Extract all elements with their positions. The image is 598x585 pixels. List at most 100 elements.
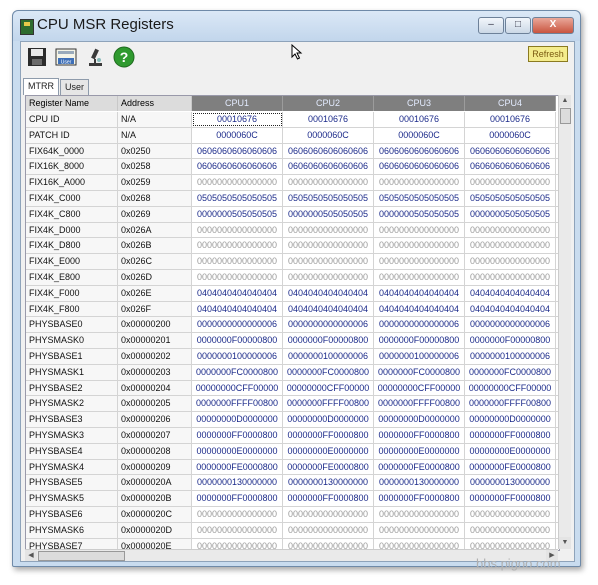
- register-value-cell[interactable]: 0505050505050505: [374, 190, 465, 206]
- help-button[interactable]: ?: [111, 44, 137, 70]
- register-value-cell[interactable]: 0000000000000006: [283, 317, 374, 333]
- register-value-cell[interactable]: 0000000000000000: [192, 522, 283, 538]
- column-header-register-name[interactable]: Register Name: [26, 96, 118, 111]
- table-row[interactable]: PHYSMASK1 0x00000203 0000000FC0000800 00000…: [26, 364, 559, 381]
- register-value-cell[interactable]: 0000000F00000800: [283, 333, 374, 348]
- register-value-cell[interactable]: 0000000FF0000800: [374, 491, 465, 506]
- table-row[interactable]: PHYSBASE5 0x0000020A 0000000130000000 00000…: [26, 475, 559, 492]
- register-value-cell[interactable]: 0000000FFFF00800: [465, 396, 556, 412]
- register-value-cell[interactable]: 0000000FF0000800: [465, 427, 556, 443]
- register-value-cell[interactable]: 0000000000000000: [374, 506, 465, 522]
- table-row[interactable]: FIX4K_D800 0x026B 0000000000000000 00000000…: [26, 238, 559, 255]
- register-value-cell[interactable]: 0000000FF0000800: [374, 427, 465, 443]
- register-value-cell[interactable]: 00000000CFF00000: [192, 380, 283, 396]
- register-value-cell[interactable]: 00000000CFF00000: [465, 380, 556, 396]
- register-value-cell[interactable]: 00000000CFF00000: [374, 380, 465, 396]
- register-value-cell[interactable]: 0404040404040404: [374, 301, 465, 317]
- register-value-cell[interactable]: 0000000000000000: [192, 269, 283, 285]
- register-value-cell[interactable]: 0000060C: [374, 127, 465, 143]
- register-value-cell[interactable]: 0000000000000000: [465, 175, 556, 190]
- register-value-cell[interactable]: 0606060606060606: [192, 159, 283, 175]
- register-value-cell[interactable]: 0000060C: [283, 127, 374, 143]
- register-value-cell[interactable]: 0000000000000006: [465, 317, 556, 333]
- table-row[interactable]: PHYSBASE3 0x00000206 00000000D0000000 00000…: [26, 412, 559, 428]
- register-value-cell[interactable]: 0000000000000000: [192, 222, 283, 238]
- register-value-cell[interactable]: 0000000FC0000800: [192, 364, 283, 380]
- register-value-cell[interactable]: 0606060606060606: [465, 159, 556, 175]
- register-value-cell[interactable]: 0404040404040404: [374, 285, 465, 301]
- register-value-cell[interactable]: 0000000100000006: [465, 348, 556, 364]
- register-value-cell[interactable]: 0000000FE0000800: [283, 459, 374, 475]
- register-value-cell[interactable]: 0000000FC0000800: [374, 364, 465, 380]
- register-value-cell[interactable]: 0000000FFFF00800: [374, 396, 465, 412]
- scroll-down-arrow-icon[interactable]: ▼: [559, 537, 571, 549]
- register-value-cell[interactable]: 0000000FF0000800: [283, 427, 374, 443]
- table-row[interactable]: FIX4K_C000 0x0268 0505050505050505 05050505…: [26, 190, 559, 207]
- horizontal-scroll-thumb[interactable]: [38, 551, 125, 561]
- register-value-cell[interactable]: 0000000000000000: [374, 254, 465, 269]
- register-value-cell[interactable]: 0000000000000000: [283, 254, 374, 269]
- register-value-cell[interactable]: 0000000FC0000800: [283, 364, 374, 380]
- user-button[interactable]: User: [53, 44, 79, 70]
- analyze-button[interactable]: [82, 44, 108, 70]
- register-value-cell[interactable]: 00000000D0000000: [374, 412, 465, 427]
- register-value-cell[interactable]: 0000000FF0000800: [465, 491, 556, 506]
- register-value-cell[interactable]: 0000000000000006: [192, 317, 283, 333]
- register-value-cell[interactable]: 0404040404040404: [283, 301, 374, 317]
- column-header-address[interactable]: Address: [118, 96, 192, 111]
- register-value-cell[interactable]: 0505050505050505: [192, 190, 283, 206]
- table-row[interactable]: FIX4K_D000 0x026A 0000000000000000 00000000…: [26, 222, 559, 239]
- register-value-cell[interactable]: 0000000000000000: [192, 175, 283, 190]
- register-value-cell[interactable]: 0000000FC0000800: [465, 364, 556, 380]
- register-value-cell[interactable]: 0000000000000000: [465, 269, 556, 285]
- register-value-cell[interactable]: 0000000F00000800: [192, 333, 283, 348]
- table-row[interactable]: PHYSMASK2 0x00000205 0000000FFFF00800 00000…: [26, 396, 559, 413]
- table-row[interactable]: PHYSBASE2 0x00000204 00000000CFF00000 00000…: [26, 380, 559, 397]
- register-value-cell[interactable]: 0000000FFFF00800: [192, 396, 283, 412]
- register-value-cell[interactable]: 0000000100000006: [374, 348, 465, 364]
- register-value-cell[interactable]: 0606060606060606: [374, 143, 465, 159]
- register-value-cell[interactable]: 0606060606060606: [283, 143, 374, 159]
- register-value-cell[interactable]: 00000000D0000000: [465, 412, 556, 427]
- register-value-cell[interactable]: 0606060606060606: [374, 159, 465, 175]
- register-value-cell[interactable]: 0000000505050505: [192, 206, 283, 222]
- save-button[interactable]: [24, 44, 50, 70]
- register-value-cell[interactable]: 0404040404040404: [283, 285, 374, 301]
- register-value-cell[interactable]: 0404040404040404: [465, 285, 556, 301]
- table-row[interactable]: FIX4K_C800 0x0269 0000000505050505 00000005…: [26, 206, 559, 223]
- register-value-cell[interactable]: 0000000000000000: [283, 222, 374, 238]
- register-value-cell[interactable]: 00010676: [283, 112, 374, 127]
- register-value-cell[interactable]: 0000000100000006: [283, 348, 374, 364]
- title-bar[interactable]: CPU MSR Registers – □ X: [13, 11, 580, 41]
- register-value-cell[interactable]: 0000000000000000: [283, 175, 374, 190]
- register-value-cell[interactable]: 0505050505050505: [465, 190, 556, 206]
- register-value-cell[interactable]: 00000000E0000000: [374, 443, 465, 459]
- table-row[interactable]: PHYSMASK6 0x0000020D 0000000000000000 00000…: [26, 522, 559, 539]
- table-row[interactable]: FIX4K_F000 0x026E 0404040404040404 04040404…: [26, 285, 559, 302]
- register-value-cell[interactable]: 0000000100000006: [192, 348, 283, 364]
- register-value-cell[interactable]: 0000000F00000800: [465, 333, 556, 348]
- table-row[interactable]: FIX4K_F800 0x026F 0404040404040404 04040404…: [26, 301, 559, 318]
- table-row[interactable]: PHYSBASE1 0x00000202 0000000100000006 00000…: [26, 348, 559, 365]
- table-row[interactable]: FIX4K_E000 0x026C 0000000000000000 00000000…: [26, 254, 559, 270]
- register-value-cell[interactable]: 0505050505050505: [283, 190, 374, 206]
- register-value-cell[interactable]: 0404040404040404: [465, 301, 556, 317]
- register-value-cell[interactable]: 0000000505050505: [283, 206, 374, 222]
- register-value-cell[interactable]: 0000000505050505: [374, 206, 465, 222]
- register-value-cell[interactable]: 0000000000000000: [374, 238, 465, 254]
- register-value-cell[interactable]: 0000000FF0000800: [192, 427, 283, 443]
- minimize-button[interactable]: –: [478, 17, 504, 34]
- register-value-cell[interactable]: 0000000000000000: [465, 254, 556, 269]
- register-value-cell[interactable]: 00010676: [374, 112, 465, 127]
- register-value-cell[interactable]: 00000000D0000000: [192, 412, 283, 427]
- register-value-cell[interactable]: 0606060606060606: [465, 143, 556, 159]
- register-value-cell[interactable]: 00000000E0000000: [283, 443, 374, 459]
- register-value-cell[interactable]: 00000000E0000000: [192, 443, 283, 459]
- table-row[interactable]: PHYSMASK0 0x00000201 0000000F00000800 00000…: [26, 333, 559, 349]
- column-header-cpu4[interactable]: CPU4: [465, 96, 556, 111]
- register-value-cell[interactable]: 0000000130000000: [465, 475, 556, 491]
- register-value-cell[interactable]: 0000000F00000800: [374, 333, 465, 348]
- register-value-cell[interactable]: 0000000000000000: [192, 238, 283, 254]
- register-value-cell[interactable]: 0000000000000000: [283, 522, 374, 538]
- register-value-cell[interactable]: 0000060C: [192, 127, 283, 143]
